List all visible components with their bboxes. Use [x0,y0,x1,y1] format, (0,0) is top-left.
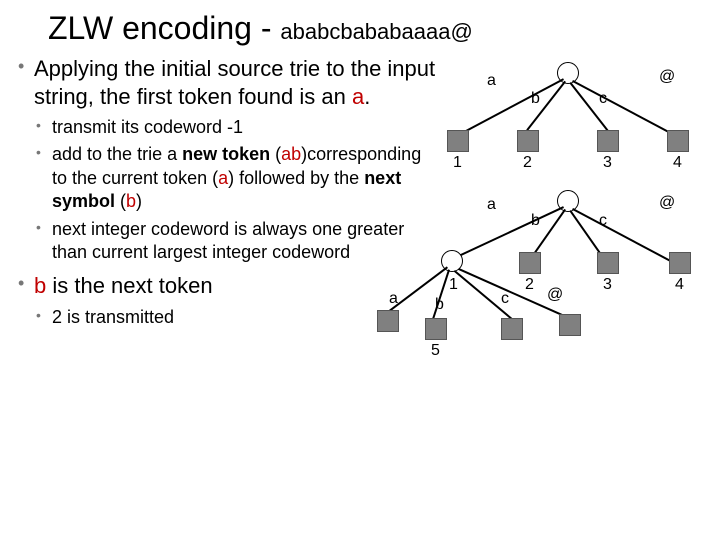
slide: ZLW encoding - ababcbababaaaa@ Applying … [0,0,719,539]
trie2-label-at: @ [659,194,675,212]
trie1-label-c: c [599,90,607,108]
sub2-mid1: ( [270,144,281,164]
bullet-sub-1-text: transmit its codeword -1 [52,117,243,137]
sub2-mid4: ( [115,191,126,211]
bullet-main-2-post: is the next token [46,273,212,298]
trie2-leaf-child-a [377,310,399,332]
trie2-leaf-5 [425,318,447,340]
bullet-sub-3: next integer codeword is always one grea… [18,218,439,265]
sub2-mid5: ) [136,191,142,211]
trie1-num-3: 3 [603,154,612,172]
trie2-child-label-b: b [435,296,444,314]
trie2-leaf-4 [669,252,691,274]
title-separator: - [261,10,272,46]
trie1-edge-at [572,80,679,138]
trie2-leaf-2 [519,252,541,274]
bullet-main-1: Applying the initial source trie to the … [18,55,439,110]
trie2-num-5: 5 [431,342,440,360]
trie1-leaf-2 [517,130,539,152]
trie2-label-b: b [531,212,540,230]
trie-diagram-1: a b c @ 1 2 3 4 [439,62,699,182]
token-b2: b [34,273,46,298]
trie1-leaf-1 [447,130,469,152]
trie1-label-at: @ [659,68,675,86]
token-a2: a [218,168,228,188]
token-ab: ab [281,144,301,164]
slide-title: ZLW encoding - ababcbababaaaa@ [0,10,719,47]
trie2-num-2: 2 [525,276,534,294]
trie2-leaf-child-c [501,318,523,340]
trie1-num-4: 4 [673,154,682,172]
trie2-num-3: 3 [603,276,612,294]
trie1-num-2: 2 [523,154,532,172]
bullet-sub-3-text: next integer codeword is always one grea… [52,219,404,262]
bullet-main-2: b is the next token [18,272,439,300]
trie2-num-1: 1 [449,276,458,294]
bullet-main-1-post: . [364,84,370,109]
bullet-sub-1: transmit its codeword -1 [18,116,439,139]
trie2-label-c: c [599,212,607,230]
token-a: a [352,84,364,109]
bullet-main-1-pre: Applying the initial source trie to the … [34,56,435,109]
sub2-mid3: ) followed by the [228,168,364,188]
trie2-child-label-c: c [501,290,509,308]
trie1-label-a: a [487,72,496,90]
trie1-num-1: 1 [453,154,462,172]
trie2-child-label-a: a [389,290,398,308]
trie1-leaf-3 [597,130,619,152]
trie2-label-a: a [487,196,496,214]
trie2-child-label-at: @ [547,286,563,304]
trie2-leaf-child-at [559,314,581,336]
trie2-num-4: 4 [675,276,684,294]
bullet-sub-4: 2 is transmitted [18,306,439,329]
bullet-sub-2: add to the trie a new token (ab)correspo… [18,143,439,213]
sub2-bold1: new token [182,144,270,164]
bullet-sub-4-text: 2 is transmitted [52,307,174,327]
title-sub: ababcbababaaaa@ [280,19,472,44]
trie1-leaf-4 [667,130,689,152]
trie1-edge-a [457,79,564,137]
token-b: b [126,191,136,211]
trie2-leaf-3 [597,252,619,274]
trie1-label-b: b [531,90,540,108]
trie-diagram-2: a b c @ 2 3 4 1 a b c @ 5 [419,190,699,410]
title-main: ZLW encoding [48,10,252,46]
sub2-pre: add to the trie a [52,144,182,164]
